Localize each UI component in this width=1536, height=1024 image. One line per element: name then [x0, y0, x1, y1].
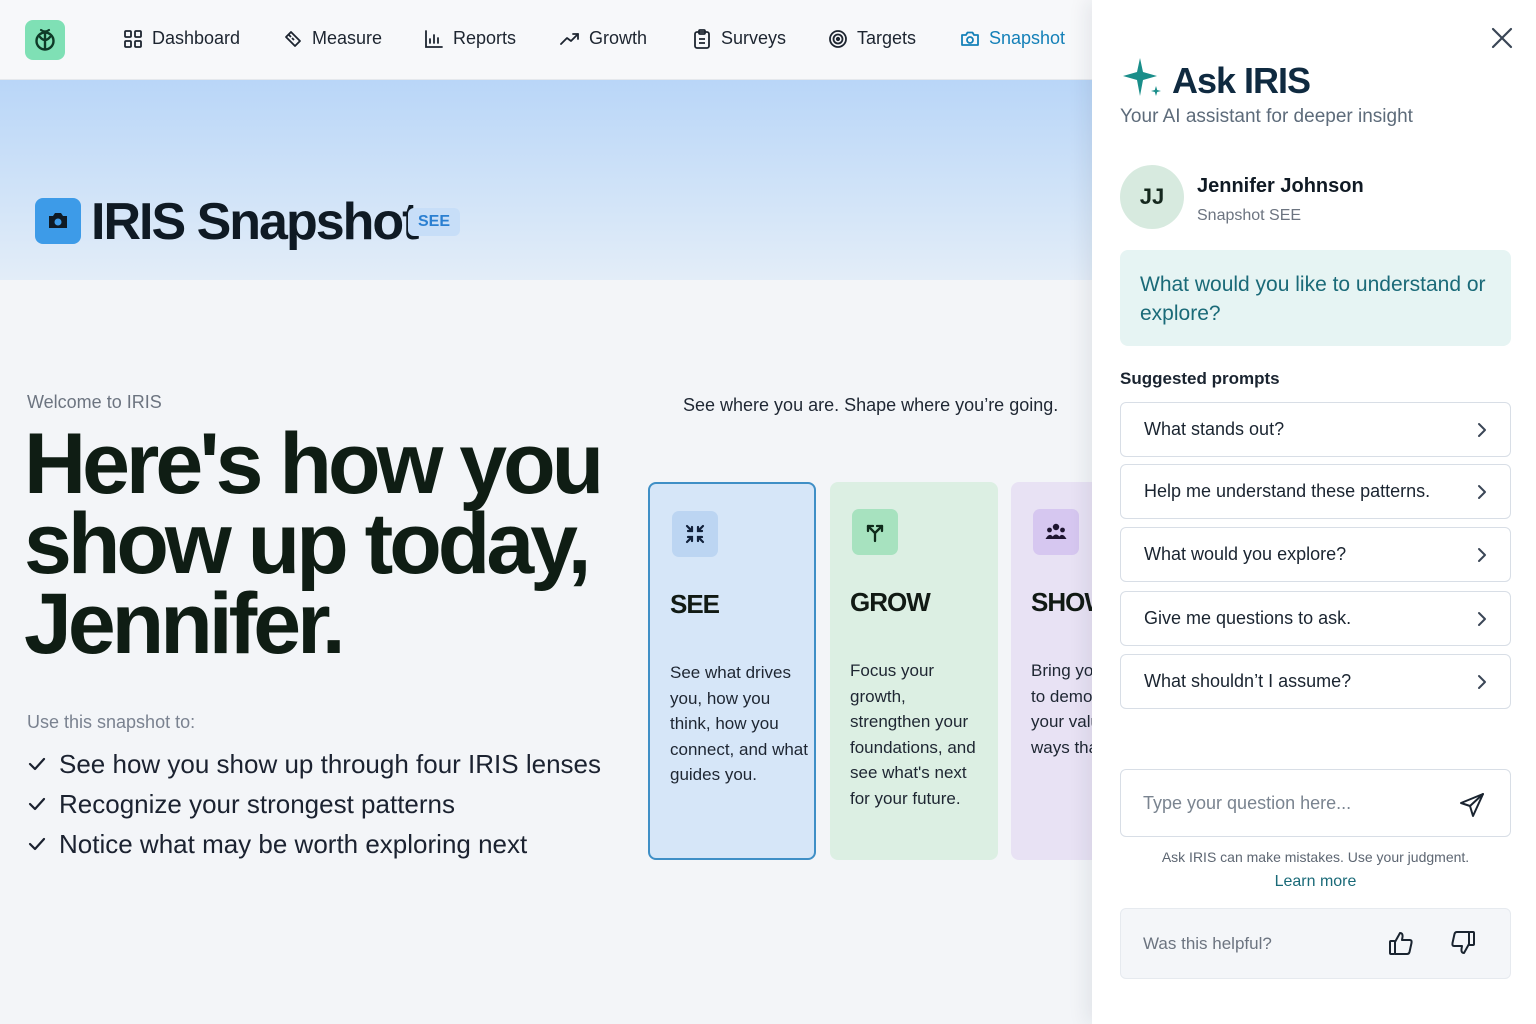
nav-label: Surveys: [721, 28, 787, 48]
target-icon: [829, 29, 847, 48]
card-grow[interactable]: GROW Focus your growth, strengthen your …: [830, 482, 998, 860]
card-text: Bring your impact to demonstrate your va…: [1031, 661, 1092, 757]
nav-item-targets[interactable]: Targets: [828, 28, 916, 49]
thumbs-up-button[interactable]: [1385, 927, 1417, 959]
checklist-item: Recognize your strongest patterns: [27, 784, 601, 824]
nav-label: Dashboard: [152, 28, 241, 48]
checklist: See how you show up through four IRIS le…: [27, 744, 601, 864]
nav-label: Targets: [857, 28, 917, 48]
camera-icon: [35, 198, 81, 244]
tagline: See where you are. Shape where you’re go…: [683, 395, 1059, 415]
people-icon: [1033, 509, 1079, 555]
check-icon: [28, 797, 46, 811]
panel-subtitle: Your AI assistant for deeper insight: [1120, 106, 1413, 127]
learn-more-link[interactable]: Learn more: [1120, 873, 1511, 891]
panel-title: Ask IRIS: [1172, 60, 1311, 101]
grid-icon: [124, 29, 142, 48]
checklist-text: See how you show up through four IRIS le…: [59, 748, 601, 779]
prompt-button[interactable]: What stands out?: [1120, 402, 1511, 457]
send-icon: [1460, 793, 1484, 817]
avatar: JJ: [1120, 165, 1184, 229]
prompt-text: Help me understand these patterns.: [1144, 481, 1431, 501]
user-context: Snapshot SEE: [1197, 207, 1302, 224]
brand-logo[interactable]: [25, 20, 65, 60]
hero-banner: IRIS Snapshot SEE: [0, 80, 1092, 280]
nav-label: Growth: [589, 28, 648, 48]
close-button[interactable]: [1488, 24, 1516, 52]
card-text: See what drives you, how you think, how …: [670, 663, 808, 784]
check-icon: [28, 757, 46, 771]
feedback-label: Was this helpful?: [1143, 934, 1272, 953]
page-title: IRIS Snapshot: [91, 193, 419, 251]
branch-icon: [852, 509, 898, 555]
nav-label: Reports: [453, 28, 517, 48]
ruler-icon: [285, 30, 301, 47]
question-input-box: [1120, 769, 1511, 837]
thumbs-up-icon: [1389, 932, 1413, 955]
use-label: Use this snapshot to:: [27, 712, 196, 732]
card-title: GROW: [850, 587, 931, 617]
prompt-text: What shouldn’t I assume?: [1144, 671, 1352, 691]
prompt-text: What stands out?: [1144, 419, 1285, 439]
disclaimer: Ask IRIS can make mistakes. Use your jud…: [1161, 849, 1470, 865]
question-input[interactable]: [1143, 790, 1443, 816]
top-nav: Dashboard Measure Reports Growth Surveys…: [0, 0, 1092, 80]
ask-iris-panel: Ask IRIS Your AI assistant for deeper in…: [1092, 0, 1536, 1024]
chevron-right-icon: [1478, 422, 1486, 437]
camera-icon: [961, 31, 979, 46]
nav-item-surveys[interactable]: Surveys: [692, 28, 786, 49]
logo-mark-icon: [35, 28, 55, 51]
lens-cards: SEE See what drives you, how you think, …: [648, 480, 1092, 862]
card-text: Focus your growth, strengthen your found…: [850, 661, 976, 808]
prompt-button[interactable]: What would you explore?: [1120, 527, 1511, 582]
bar-chart-icon: [425, 29, 443, 48]
card-title: SHOW: [1031, 587, 1092, 617]
card-title: SEE: [670, 589, 720, 619]
prompt-text: Give me questions to ask.: [1144, 608, 1352, 628]
prompt-button[interactable]: Help me understand these patterns.: [1120, 464, 1511, 519]
nav-item-snapshot[interactable]: Snapshot: [960, 28, 1065, 49]
checklist-text: Recognize your strongest patterns: [59, 788, 455, 819]
nav-item-measure[interactable]: Measure: [283, 28, 382, 49]
trend-up-icon: [560, 32, 579, 45]
welcome-label: Welcome to IRIS: [27, 392, 162, 412]
send-button[interactable]: [1457, 790, 1487, 820]
nav-item-growth[interactable]: Growth: [560, 28, 647, 49]
prompt-button[interactable]: What shouldn’t I assume?: [1120, 654, 1511, 709]
checklist-text: Notice what may be worth exploring next: [59, 828, 528, 859]
chevron-right-icon: [1478, 611, 1486, 626]
card-show[interactable]: SHOW Bring your impact to demonstrate yo…: [1011, 482, 1092, 860]
chevron-right-icon: [1478, 484, 1486, 499]
close-icon: [1491, 27, 1513, 49]
nav-item-reports[interactable]: Reports: [424, 28, 516, 49]
prompt-text: What would you explore?: [1144, 544, 1347, 564]
chevron-right-icon: [1478, 674, 1486, 689]
sparkle-icon: [1123, 58, 1161, 96]
prompt-button[interactable]: Give me questions to ask.: [1120, 591, 1511, 646]
compress-arrows-icon: [672, 511, 718, 557]
checklist-item: See how you show up through four IRIS le…: [27, 744, 601, 784]
thumbs-down-icon: [1451, 931, 1475, 954]
suggested-prompts-label: Suggested prompts: [1120, 369, 1280, 388]
assistant-question: What would you like to understand or exp…: [1120, 250, 1511, 346]
feedback-bar: Was this helpful?: [1120, 908, 1511, 979]
chevron-right-icon: [1478, 547, 1486, 562]
check-icon: [28, 837, 46, 851]
clipboard-icon: [694, 28, 710, 49]
lens-badge: SEE: [408, 208, 461, 236]
nav-label: Snapshot: [989, 28, 1066, 48]
thumbs-down-button[interactable]: [1447, 927, 1479, 959]
user-name: Jennifer Johnson: [1197, 175, 1364, 197]
card-see[interactable]: SEE See what drives you, how you think, …: [648, 482, 816, 860]
nav-item-dashboard[interactable]: Dashboard: [123, 28, 240, 49]
nav-label: Measure: [312, 28, 383, 48]
headline: Here's how you show up today, Jennifer.: [24, 416, 604, 672]
checklist-item: Notice what may be worth exploring next: [27, 824, 601, 864]
